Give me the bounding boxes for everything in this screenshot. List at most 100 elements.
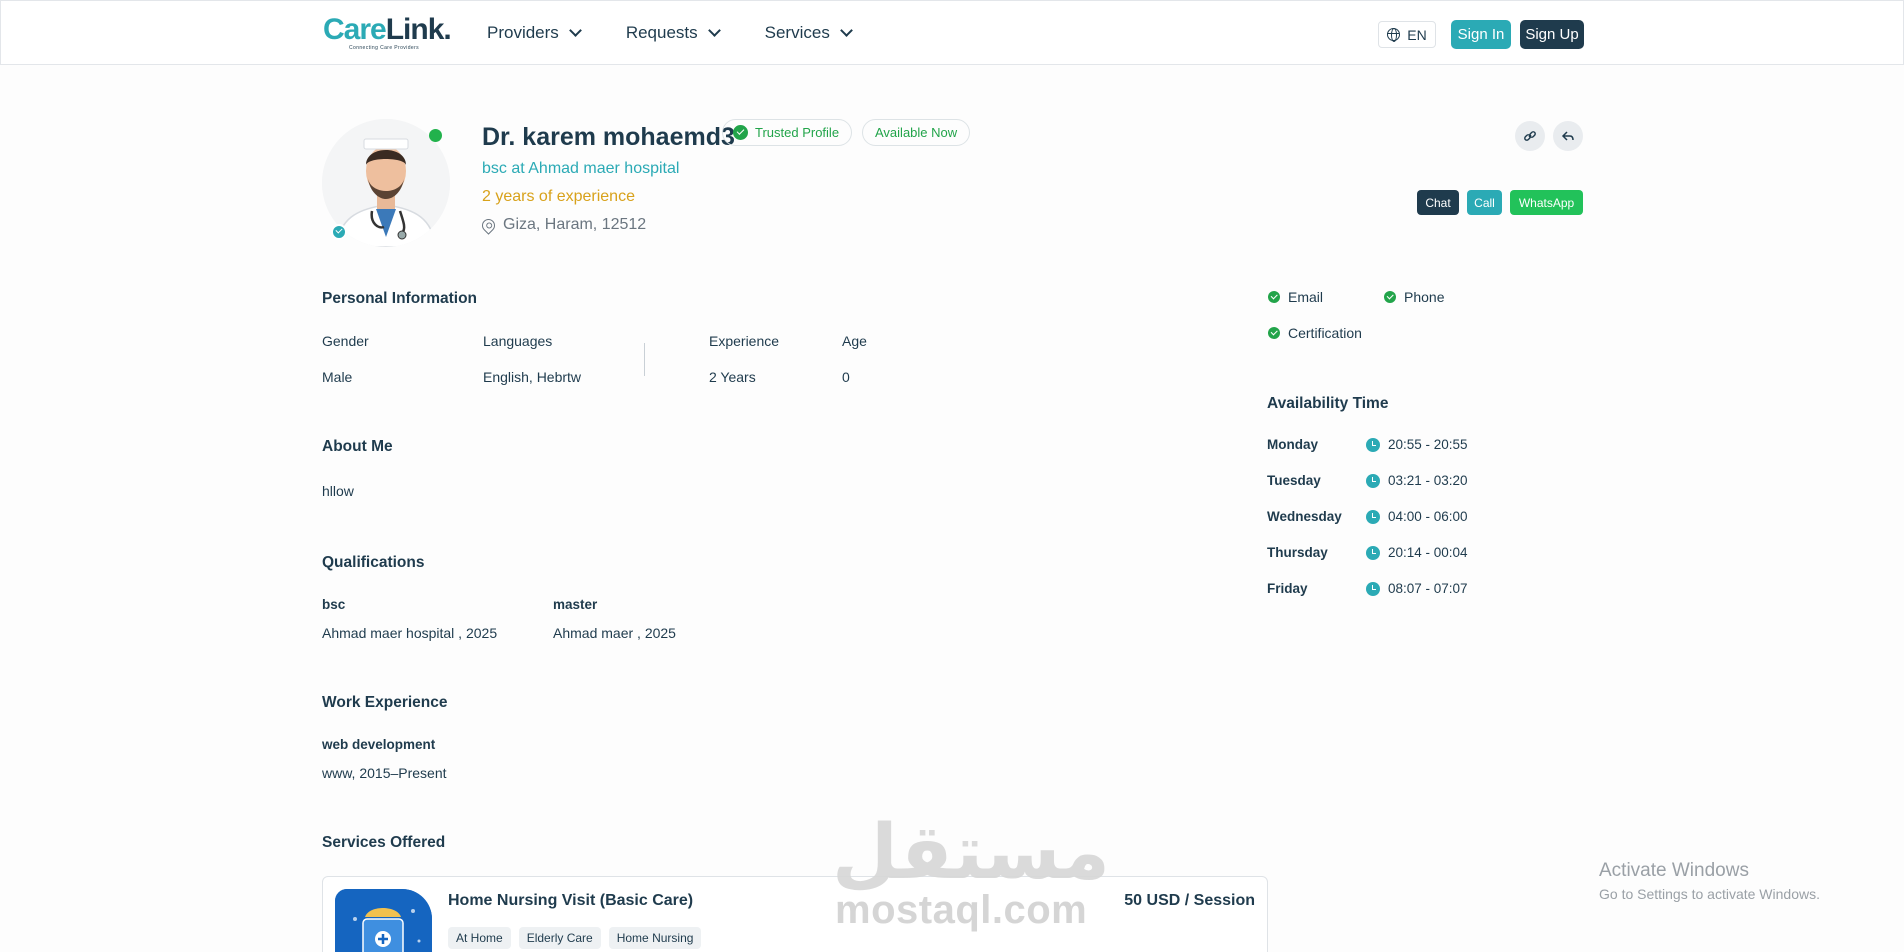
- age-label: Age: [842, 333, 867, 349]
- nav-providers[interactable]: Providers: [487, 23, 582, 43]
- clock-icon: [1366, 545, 1380, 560]
- nav-requests[interactable]: Requests: [625, 23, 721, 43]
- watermark-arabic: مستقل: [832, 807, 1110, 896]
- service-price: 50 USD / Session: [1124, 892, 1255, 909]
- availability-day: Thursday: [1267, 545, 1328, 560]
- clock-icon: [1366, 437, 1380, 452]
- language-selector[interactable]: EN: [1378, 21, 1436, 48]
- check-circle-icon: [1268, 327, 1280, 339]
- nav-services[interactable]: Services: [764, 23, 853, 43]
- time-range: 08:07 - 07:07: [1388, 581, 1468, 596]
- personal-info-title: Personal Information: [322, 290, 478, 307]
- logo-text-care: Care: [323, 13, 387, 46]
- trusted-badge-label: Trusted Profile: [755, 125, 840, 140]
- verified-email: Email: [1268, 289, 1323, 305]
- verification-label: Phone: [1404, 289, 1445, 305]
- chevron-down-icon: [568, 24, 582, 37]
- qualification-detail: Ahmad maer , 2025: [553, 625, 676, 641]
- gender-value: Male: [322, 369, 353, 385]
- time-range: 20:14 - 00:04: [1388, 545, 1468, 560]
- watermark-latin: mostaql.com: [835, 888, 1088, 932]
- experience-summary: 2 years of experience: [482, 188, 635, 205]
- online-status-dot: [429, 129, 442, 142]
- available-now-badge: Available Now: [862, 119, 971, 146]
- availability-time: 20:14 - 00:04: [1366, 545, 1468, 560]
- availability-day: Friday: [1267, 581, 1308, 596]
- clock-icon: [1366, 509, 1380, 524]
- service-card[interactable]: Home Nursing Visit (Basic Care) 50 USD /…: [322, 876, 1268, 952]
- sign-up-button[interactable]: Sign Up: [1520, 20, 1584, 49]
- nav-providers-label: Providers: [487, 23, 559, 42]
- availability-time: 08:07 - 07:07: [1366, 581, 1468, 596]
- gender-label: Gender: [322, 333, 369, 349]
- service-tag: At Home: [448, 927, 511, 949]
- age-value: 0: [842, 369, 850, 385]
- doctor-title: bsc at Ahmad maer hospital: [482, 160, 680, 177]
- chat-button[interactable]: Chat: [1417, 190, 1459, 215]
- verified-icon: [331, 224, 347, 240]
- availability-time: 03:21 - 03:20: [1366, 473, 1468, 488]
- logo-text-link: Link.: [385, 13, 452, 46]
- availability-day: Tuesday: [1267, 473, 1321, 488]
- experience-label: Experience: [709, 333, 780, 349]
- qualification-detail: Ahmad maer hospital , 2025: [322, 625, 498, 641]
- whatsapp-button[interactable]: WhatsApp: [1510, 190, 1583, 215]
- languages-value: English, Hebrtw: [483, 369, 582, 385]
- work-role: web development: [322, 737, 436, 752]
- doctor-name: Dr. karem mohaemd3: [482, 123, 735, 151]
- map-pin-icon: [479, 215, 498, 235]
- time-range: 03:21 - 03:20: [1388, 473, 1468, 488]
- clock-icon: [1366, 473, 1380, 488]
- verified-certification: Certification: [1268, 325, 1362, 341]
- about-text: hllow: [322, 483, 354, 499]
- check-circle-icon: [1268, 291, 1280, 303]
- call-button[interactable]: Call: [1467, 190, 1502, 215]
- about-title: About Me: [322, 438, 393, 455]
- chevron-down-icon: [839, 24, 853, 37]
- nav-services-label: Services: [764, 23, 830, 42]
- chevron-down-icon: [707, 24, 721, 37]
- service-tag: Elderly Care: [518, 927, 601, 949]
- location-text: Giza, Haram, 12512: [503, 216, 647, 233]
- windows-activation-notice: Activate Windows Go to Settings to activ…: [1599, 860, 1820, 902]
- time-range: 04:00 - 06:00: [1388, 509, 1468, 524]
- work-experience-title: Work Experience: [322, 694, 448, 711]
- sign-in-button[interactable]: Sign In: [1451, 20, 1511, 49]
- trusted-profile-badge: Trusted Profile: [722, 119, 853, 146]
- link-icon: [1524, 131, 1536, 141]
- location: Giza, Haram, 12512: [479, 215, 647, 235]
- availability-day: Wednesday: [1267, 509, 1342, 524]
- qualification-degree: master: [553, 597, 598, 612]
- logo-tagline: Connecting Care Providers: [349, 45, 420, 51]
- activation-title: Activate Windows: [1599, 860, 1749, 881]
- service-image: [335, 889, 432, 952]
- main-nav: Providers Requests Services: [487, 23, 897, 43]
- service-title: Home Nursing Visit (Basic Care): [448, 892, 694, 909]
- verified-phone: Phone: [1384, 289, 1444, 305]
- availability-time: 20:55 - 20:55: [1366, 437, 1468, 452]
- copy-link-button[interactable]: [1515, 121, 1545, 151]
- time-range: 20:55 - 20:55: [1388, 437, 1468, 452]
- language-label: EN: [1407, 26, 1427, 43]
- share-button[interactable]: [1553, 121, 1583, 151]
- check-circle-icon: [733, 125, 748, 140]
- clock-icon: [1366, 581, 1380, 596]
- experience-value: 2 Years: [709, 369, 756, 385]
- check-circle-icon: [1384, 291, 1396, 303]
- nav-requests-label: Requests: [625, 23, 698, 42]
- qualification-degree: bsc: [322, 597, 346, 612]
- reply-icon: [1561, 131, 1574, 141]
- verification-label: Certification: [1288, 325, 1362, 341]
- availability-title: Availability Time: [1267, 395, 1389, 412]
- service-tags: At Home Elderly Care Home Nursing: [448, 927, 702, 949]
- verification-label: Email: [1288, 289, 1324, 305]
- languages-label: Languages: [483, 333, 553, 349]
- activation-subtitle: Go to Settings to activate Windows.: [1599, 886, 1820, 902]
- qualifications-title: Qualifications: [322, 554, 425, 571]
- carelink-logo[interactable]: CareLink. Connecting Care Providers: [323, 13, 452, 53]
- work-detail: www, 2015–Present: [322, 765, 447, 781]
- info-divider: [644, 343, 645, 376]
- services-title: Services Offered: [322, 834, 446, 851]
- service-tag: Home Nursing: [608, 927, 702, 949]
- availability-day: Monday: [1267, 437, 1319, 452]
